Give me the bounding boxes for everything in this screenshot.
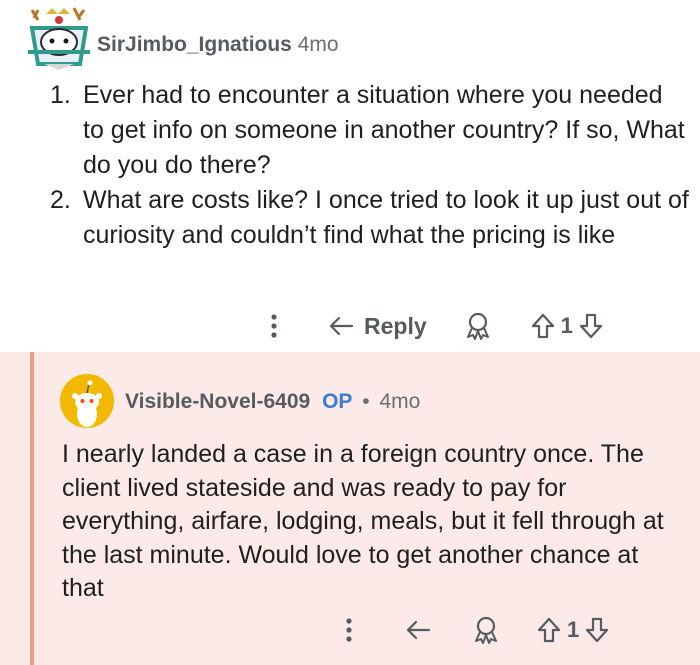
- downvote-icon[interactable]: [579, 313, 603, 339]
- reply-label: Reply: [364, 312, 427, 339]
- upvote-icon[interactable]: [537, 617, 561, 643]
- vote-count: 1: [567, 617, 580, 642]
- vote-group: 1: [531, 313, 603, 339]
- more-vertical-icon: [271, 314, 277, 338]
- reply-arrow-icon: [329, 316, 354, 336]
- award-button[interactable]: [473, 616, 499, 644]
- list-text: What are costs like? I once tried to loo…: [83, 186, 689, 249]
- reply-button[interactable]: Reply: [328, 313, 427, 340]
- downvote-icon[interactable]: [585, 617, 609, 643]
- thread-line[interactable]: [30, 352, 34, 665]
- comment-meta: SirJimbo_Ignatious 4mo: [97, 33, 339, 57]
- award-button[interactable]: [465, 312, 491, 340]
- comment-reply: Visible-Novel-6409 OP • 4mo I nearly lan…: [0, 352, 700, 665]
- more-vertical-icon: [346, 618, 352, 642]
- list-text: Ever had to encounter a situation where …: [83, 81, 685, 179]
- comment-meta: Visible-Novel-6409 OP • 4mo: [125, 390, 420, 414]
- upvote-icon[interactable]: [531, 313, 555, 339]
- vote-group: 1: [537, 617, 609, 643]
- list-number: 1.: [50, 81, 71, 109]
- comment-actions: 1: [343, 610, 609, 650]
- comment-actions: Reply 1: [268, 306, 603, 346]
- list-number: 2.: [50, 186, 71, 214]
- more-options-button[interactable]: [268, 312, 280, 340]
- timestamp: 4mo: [297, 33, 339, 56]
- op-badge: OP: [322, 390, 353, 413]
- comment-body: 1. Ever had to encounter a situation whe…: [50, 78, 690, 253]
- username[interactable]: Visible-Novel-6409: [125, 390, 310, 413]
- award-icon: [466, 312, 489, 340]
- reply-button[interactable]: [405, 619, 431, 641]
- user-avatar-snoo-icon[interactable]: [60, 374, 114, 428]
- reply-arrow-icon: [406, 620, 431, 640]
- list-item: 2. What are costs like? I once tried to …: [50, 183, 690, 253]
- award-icon: [475, 616, 497, 644]
- more-options-button[interactable]: [343, 616, 355, 644]
- list-item: 1. Ever had to encounter a situation whe…: [50, 78, 690, 183]
- username[interactable]: SirJimbo_Ignatious: [97, 33, 292, 56]
- user-avatar-snoo-icon[interactable]: [24, 6, 94, 72]
- vote-count: 1: [560, 313, 573, 338]
- separator: •: [362, 390, 370, 413]
- comment-body: I nearly landed a case in a foreign coun…: [62, 440, 664, 602]
- timestamp: 4mo: [379, 390, 421, 413]
- comment-parent: SirJimbo_Ignatious 4mo 1. Ever had to en…: [0, 0, 700, 352]
